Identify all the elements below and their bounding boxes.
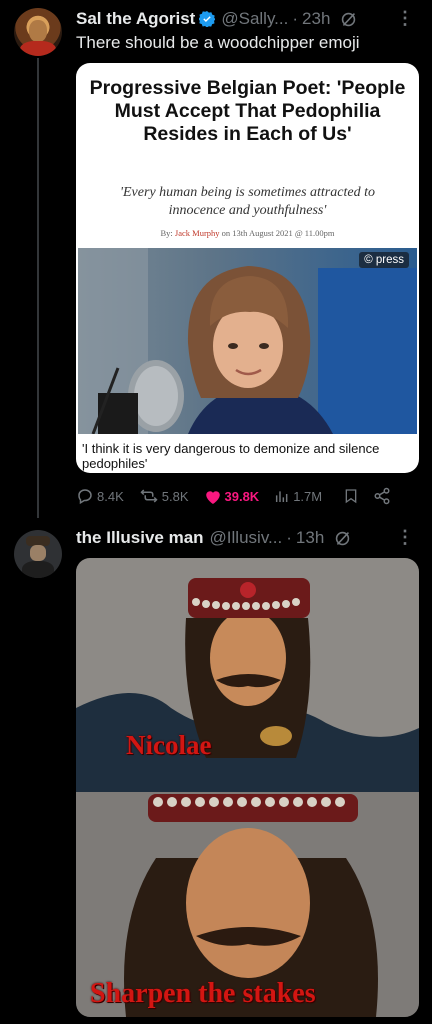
repost-count: 5.8K (161, 488, 189, 504)
verified-badge-icon (199, 11, 216, 27)
handle[interactable]: @Sally... (221, 9, 288, 29)
more-options-icon[interactable]: ⋮ (396, 527, 414, 548)
like-count: 39.8K (224, 488, 260, 504)
display-name[interactable]: Sal the Agorist (76, 9, 195, 29)
heart-icon (205, 490, 220, 504)
tweet-header: the Illusive man @Illusiv... · 13h (76, 527, 351, 549)
card-byline: By: Jack Murphy on 13th August 2021 @ 11… (160, 228, 335, 238)
thread-line (37, 58, 39, 518)
photo-credit: © press (359, 252, 409, 268)
reply-icon (78, 489, 92, 505)
more-options-icon[interactable]: ⋮ (396, 8, 414, 29)
separator-dot: · (286, 528, 292, 547)
grok-icon[interactable] (340, 11, 357, 28)
reply-button[interactable]: 8.4K (76, 487, 124, 505)
share-icon[interactable] (373, 487, 391, 505)
meme-image[interactable]: Nicolae Sharpen the stakes (76, 558, 419, 1017)
tweet-actions: 8.4K 5.8K 39.8K 1.7M (76, 486, 391, 506)
repost-button[interactable]: 5.8K (139, 487, 189, 505)
card-headline: Progressive Belgian Poet: 'People Must A… (89, 77, 406, 145)
timestamp[interactable]: 13h (296, 528, 324, 548)
repost-icon (140, 489, 158, 503)
link-card[interactable]: Progressive Belgian Poet: 'People Must A… (76, 63, 419, 473)
avatar[interactable] (14, 530, 62, 578)
tweet-header: Sal the Agorist @Sally... · 23h (76, 8, 357, 30)
reply-count: 8.4K (97, 488, 124, 504)
handle[interactable]: @Illusiv... (210, 528, 283, 548)
view-count: 1.7M (293, 488, 323, 504)
like-button[interactable]: 39.8K (204, 488, 260, 505)
meme-bottom-caption: Sharpen the stakes (90, 978, 316, 1009)
avatar[interactable] (14, 8, 62, 56)
views-icon (276, 491, 288, 502)
tweet-text: There should be a woodchipper emoji (76, 33, 360, 52)
display-name[interactable]: the Illusive man (76, 528, 204, 548)
separator-dot: · (292, 9, 299, 28)
grok-icon[interactable] (334, 530, 351, 547)
timestamp[interactable]: 23h (302, 9, 330, 29)
views-button[interactable]: 1.7M (274, 488, 322, 504)
article-photo: © press (78, 248, 417, 434)
card-subheadline: 'Every human being is sometimes attracte… (120, 185, 375, 218)
card-caption: 'I think it is very dangerous to demoniz… (82, 441, 380, 471)
card-author: Jack Murphy (174, 228, 220, 238)
meme-top-caption: Nicolae (126, 730, 212, 760)
bookmark-icon[interactable] (343, 487, 359, 505)
